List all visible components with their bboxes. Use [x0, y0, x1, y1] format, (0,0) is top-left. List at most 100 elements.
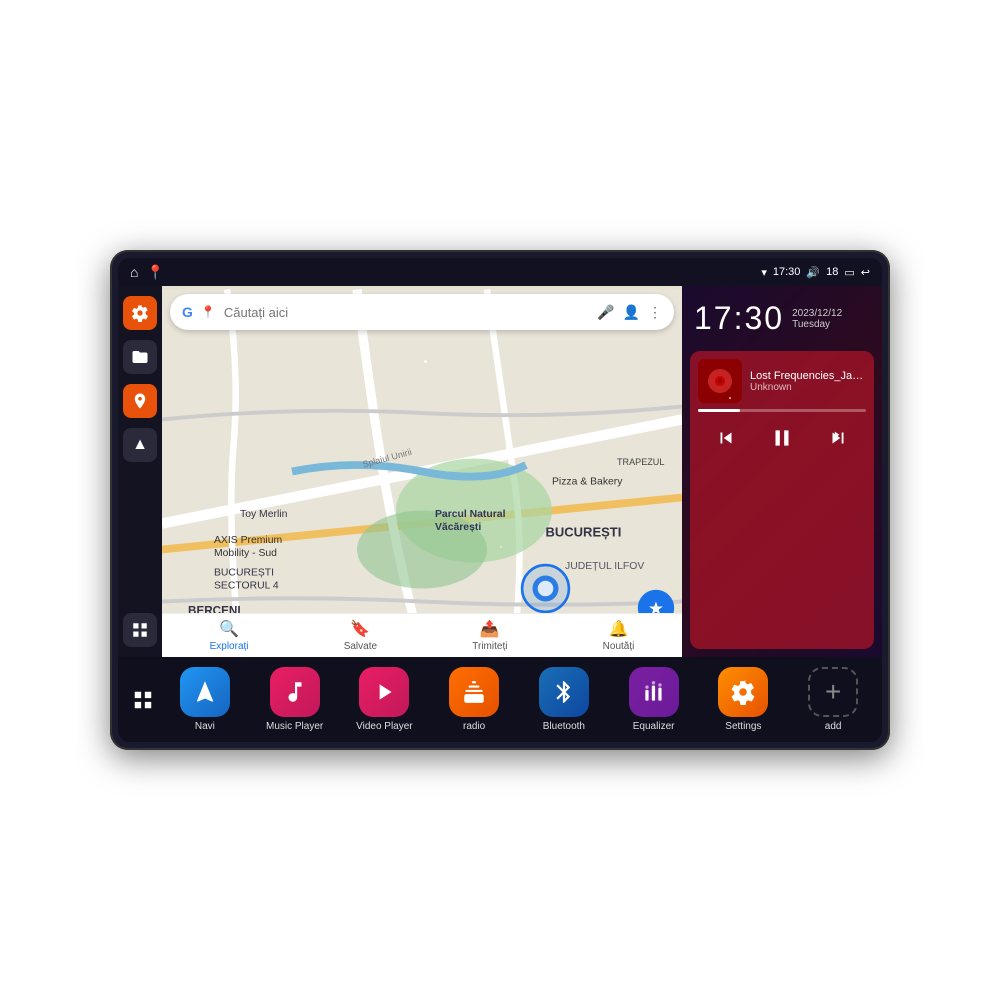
status-time: 17:30 [773, 266, 801, 278]
equalizer-label: Equalizer [633, 721, 675, 732]
app-radio[interactable]: radio [444, 667, 504, 732]
album-art-inner [698, 359, 742, 403]
account-icon[interactable]: 👤 [623, 304, 640, 321]
settings-label: Settings [725, 721, 761, 732]
mic-icon[interactable]: 🎤 [597, 304, 614, 321]
news-label: Noutăți [603, 641, 635, 652]
news-icon: 🔔 [609, 619, 629, 639]
clock-weekday: Tuesday [792, 319, 842, 330]
progress-bar[interactable] [698, 409, 866, 412]
sidebar-location-btn[interactable] [123, 384, 157, 418]
svg-text:SECTORUL 4: SECTORUL 4 [214, 581, 279, 592]
device: ⌂ 📍 ▾ 17:30 🔊 18 ▭ ↩ [110, 250, 890, 750]
album-art [698, 359, 742, 403]
map-bottom-bar: 🔍 Explorați 🔖 Salvate 📤 Trimiteți � [162, 613, 682, 657]
grid-menu-btn[interactable] [126, 683, 160, 717]
music-controls [698, 418, 866, 458]
svg-text:TRAPEZUL: TRAPEZUL [617, 457, 664, 467]
clock-time: 17:30 [694, 300, 784, 337]
clock-date-info: 2023/12/12 Tuesday [792, 308, 842, 330]
explore-label: Explorați [210, 641, 249, 652]
map-svg: AXIS Premium Mobility - Sud Pizza & Bake… [162, 286, 682, 657]
svg-text:Parcul Natural: Parcul Natural [435, 509, 506, 520]
map-tab-saved[interactable]: 🔖 Salvate [344, 619, 377, 652]
map-tab-news[interactable]: 🔔 Noutăți [603, 619, 635, 652]
send-icon: 📤 [480, 619, 500, 639]
add-icon: + [808, 667, 858, 717]
svg-text:BUCUREȘTI: BUCUREȘTI [214, 568, 274, 579]
sidebar-nav-btn[interactable]: ▲ [123, 428, 157, 462]
map-search-bar[interactable]: G 📍 🎤 👤 ⋮ [170, 294, 674, 330]
status-right-icons: ▾ 17:30 🔊 18 ▭ ↩ [761, 266, 870, 279]
app-bluetooth[interactable]: Bluetooth [534, 667, 594, 732]
navi-label: Navi [195, 721, 215, 732]
battery-icon: ▭ [844, 266, 854, 279]
app-music-player[interactable]: Music Player [265, 667, 325, 732]
app-navi[interactable]: Navi [175, 667, 235, 732]
explore-icon: 🔍 [219, 619, 239, 639]
svg-text:Toy Merlin: Toy Merlin [240, 509, 288, 520]
right-panel: 17:30 2023/12/12 Tuesday [682, 286, 882, 657]
svg-text:JUDEȚUL ILFOV: JUDEȚUL ILFOV [565, 561, 644, 572]
svg-text:Mobility - Sud: Mobility - Sud [214, 548, 277, 559]
google-logo: G [182, 304, 193, 320]
prev-button[interactable] [710, 422, 742, 454]
map-search-input[interactable] [224, 305, 589, 320]
send-label: Trimiteți [472, 641, 507, 652]
music-info: Lost Frequencies_Janie... Unknown [698, 359, 866, 403]
more-icon[interactable]: ⋮ [648, 304, 662, 321]
track-artist: Unknown [750, 382, 866, 393]
map-container[interactable]: AXIS Premium Mobility - Sud Pizza & Bake… [162, 286, 682, 657]
wifi-icon: ▾ [761, 266, 767, 279]
app-equalizer[interactable]: Equalizer [624, 667, 684, 732]
add-label: add [825, 721, 842, 732]
video-player-label: Video Player [356, 721, 413, 732]
status-left-icons: ⌂ 📍 [130, 264, 164, 281]
navi-icon [180, 667, 230, 717]
sidebar: ▲ [118, 286, 162, 657]
status-bar: ⌂ 📍 ▾ 17:30 🔊 18 ▭ ↩ [118, 258, 882, 286]
svg-text:AXIS Premium: AXIS Premium [214, 535, 282, 546]
music-player-icon [270, 667, 320, 717]
screen: ⌂ 📍 ▾ 17:30 🔊 18 ▭ ↩ [118, 258, 882, 742]
home-icon[interactable]: ⌂ [130, 264, 138, 280]
center-area: AXIS Premium Mobility - Sud Pizza & Bake… [162, 286, 682, 657]
saved-label: Salvate [344, 641, 377, 652]
app-settings[interactable]: Settings [713, 667, 773, 732]
track-name: Lost Frequencies_Janie... [750, 370, 866, 382]
svg-text:Pizza & Bakery: Pizza & Bakery [552, 477, 623, 488]
app-add[interactable]: + add [803, 667, 863, 732]
map-tab-explore[interactable]: 🔍 Explorați [210, 619, 249, 652]
apps-grid: Navi Music Player Video Player [164, 667, 874, 732]
app-video-player[interactable]: Video Player [354, 667, 414, 732]
map-icon[interactable]: 📍 [146, 264, 163, 281]
sidebar-settings-btn[interactable] [123, 296, 157, 330]
map-pin-icon: 📍 [201, 305, 216, 319]
video-player-icon [359, 667, 409, 717]
svg-text:Văcărești: Văcărești [435, 522, 481, 533]
radio-label: radio [463, 721, 485, 732]
radio-icon [449, 667, 499, 717]
clock-date: 2023/12/12 [792, 308, 842, 319]
track-info: Lost Frequencies_Janie... Unknown [750, 370, 866, 393]
saved-icon: 🔖 [350, 619, 370, 639]
settings-icon [718, 667, 768, 717]
main-content: ▲ [118, 286, 882, 657]
next-button[interactable] [822, 422, 854, 454]
sidebar-folder-btn[interactable] [123, 340, 157, 374]
volume-icon: 🔊 [806, 266, 820, 279]
bluetooth-label: Bluetooth [543, 721, 585, 732]
pause-button[interactable] [766, 422, 798, 454]
clock-widget: 17:30 2023/12/12 Tuesday [690, 294, 874, 343]
svg-text:BUCUREȘTI: BUCUREȘTI [546, 525, 622, 540]
map-tab-send[interactable]: 📤 Trimiteți [472, 619, 507, 652]
battery-level: 18 [826, 266, 838, 278]
map-search-icons: 🎤 👤 ⋮ [597, 304, 662, 321]
music-widget: Lost Frequencies_Janie... Unknown [690, 351, 874, 649]
equalizer-icon [629, 667, 679, 717]
bluetooth-icon [539, 667, 589, 717]
sidebar-grid-btn[interactable] [123, 613, 157, 647]
app-grid-bar: Navi Music Player Video Player [118, 657, 882, 742]
back-icon[interactable]: ↩ [861, 266, 870, 279]
music-player-label: Music Player [266, 721, 323, 732]
